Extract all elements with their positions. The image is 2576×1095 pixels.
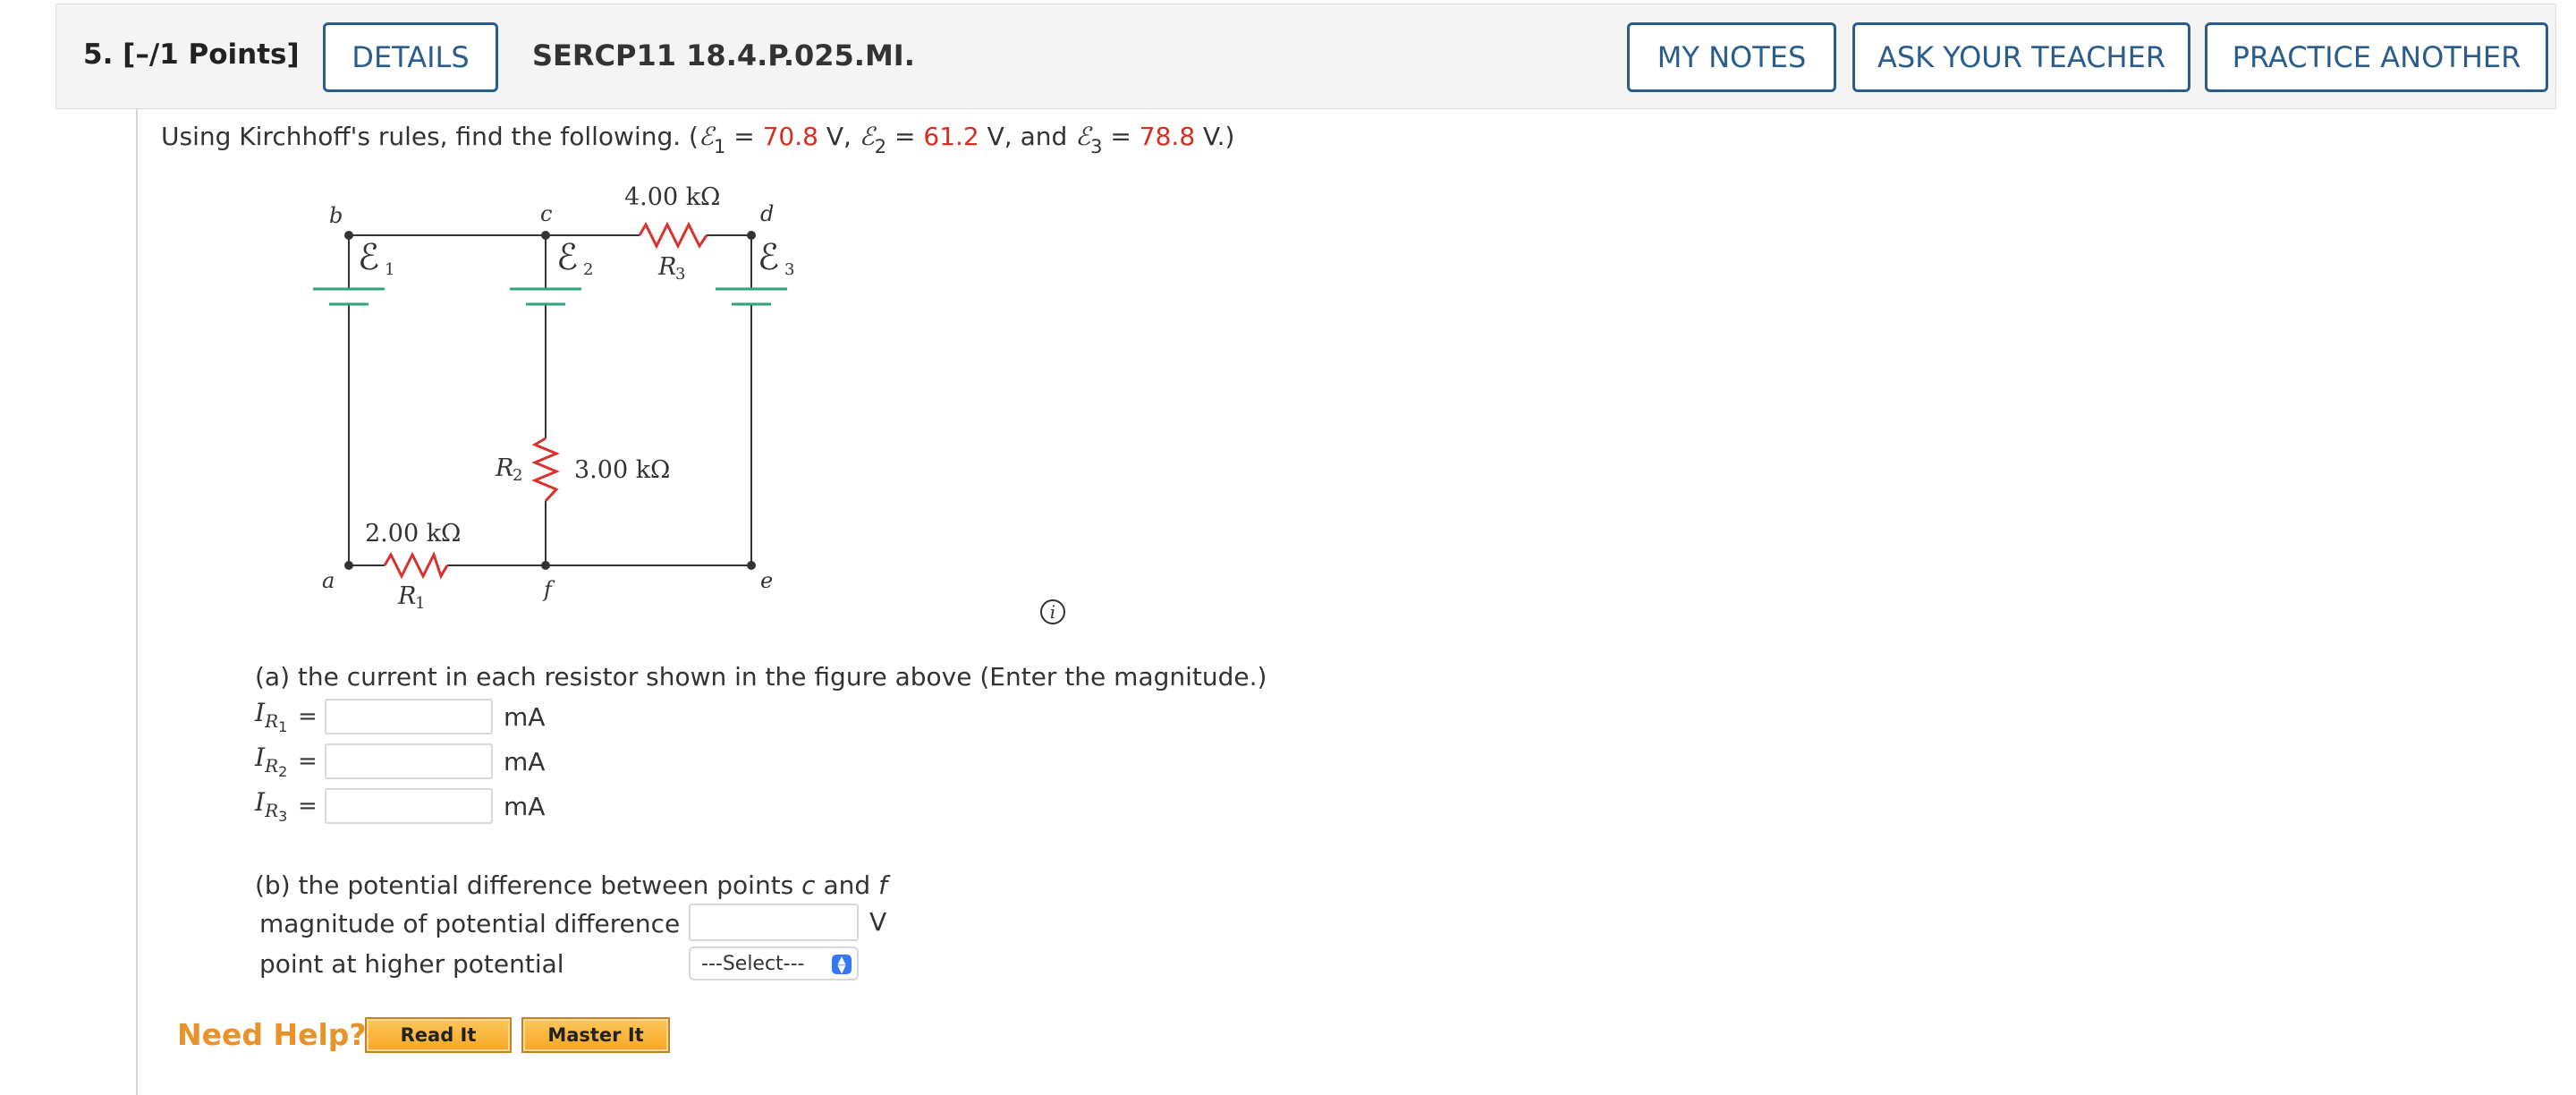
- resistor-r1: [383, 551, 449, 580]
- question-number: 5. [–/1 Points]: [83, 38, 300, 71]
- equals-sign: =: [298, 703, 318, 730]
- r1-value: 2.00 kΩ: [365, 520, 461, 548]
- current-r1-input[interactable]: [325, 699, 493, 734]
- emf3-label: ℰ: [758, 237, 779, 278]
- emf3-symbol: ℰ: [1075, 122, 1091, 151]
- info-icon[interactable]: i: [1040, 599, 1065, 624]
- resistor-r2: [531, 437, 560, 503]
- point-a: a: [322, 568, 335, 593]
- current-row-r2: IR2 = mA: [255, 743, 545, 780]
- point-f: f: [542, 577, 555, 602]
- equals-sign: =: [298, 748, 318, 775]
- details-button[interactable]: DETAILS: [323, 22, 498, 92]
- emf1-label-sub: 1: [385, 260, 394, 279]
- emf3-sub: 3: [1090, 136, 1103, 157]
- emf3-value: 78.8: [1139, 122, 1196, 151]
- question-header: 5. [–/1 Points] DETAILS SERCP11 18.4.P.0…: [55, 4, 2556, 109]
- intro-text: Using Kirchhoff's rules, find the follow…: [161, 122, 699, 151]
- emf1-value: 70.8: [762, 122, 818, 151]
- r2-label: R: [495, 454, 513, 482]
- intro-close: V.): [1203, 122, 1235, 151]
- points-text: [–/1 Points]: [123, 38, 300, 71]
- problem-statement: Using Kirchhoff's rules, find the follow…: [161, 122, 1235, 157]
- r2-value: 3.00 kΩ: [574, 456, 670, 484]
- emf1-sub: 1: [713, 136, 726, 157]
- question-number-text: 5.: [83, 38, 114, 71]
- part-b-prompt: (b) the potential difference between poi…: [255, 870, 887, 900]
- r1-label: R: [397, 582, 416, 610]
- part-a-prompt: (a) the current in each resistor shown i…: [255, 662, 1267, 692]
- batteries: [313, 287, 787, 306]
- part-b-text: (b) the potential difference between poi…: [255, 870, 802, 900]
- emf1-unit: V: [826, 122, 843, 151]
- current-label-r1: IR1: [255, 698, 288, 735]
- my-notes-button[interactable]: MY NOTES: [1627, 22, 1836, 92]
- select-value: ---Select---: [701, 952, 805, 975]
- emf2-unit: V: [987, 122, 1004, 151]
- resistor-r3: [638, 221, 708, 250]
- higher-potential-select[interactable]: ---Select--- ▲ ▼: [689, 946, 859, 980]
- point-e: e: [760, 568, 773, 593]
- r3-label: R: [657, 253, 676, 281]
- current-label-r3: IR3: [255, 787, 288, 825]
- unit-ma: mA: [504, 701, 546, 732]
- problem-code: SERCP11 18.4.P.025.MI.: [532, 38, 915, 72]
- emf2-value: 61.2: [923, 122, 979, 151]
- emf2-label-sub: 2: [583, 260, 593, 279]
- ask-teacher-button[interactable]: ASK YOUR TEACHER: [1852, 22, 2190, 92]
- potential-difference-input[interactable]: [689, 904, 859, 941]
- point-b: b: [329, 203, 343, 228]
- emf3-label-sub: 3: [784, 260, 794, 279]
- current-row-r3: IR3 = mA: [255, 787, 545, 825]
- current-label-r2: IR2: [255, 743, 288, 780]
- read-it-button[interactable]: Read It: [365, 1017, 512, 1053]
- circuit-diagram: b c d a f e ℰ 1 ℰ 2 ℰ 3 4.00 kΩ R 3 R 2 …: [313, 183, 794, 613]
- emf2-symbol: ℰ: [859, 122, 875, 151]
- higher-potential-label: point at higher potential: [259, 949, 564, 979]
- part-b-and: and: [815, 870, 879, 900]
- and-word: and: [1020, 122, 1068, 151]
- unit-ma: mA: [504, 746, 546, 777]
- circuit-wires: [348, 234, 752, 566]
- magnitude-label: magnitude of potential difference: [259, 909, 681, 938]
- r2-label-sub: 2: [513, 466, 522, 485]
- emf2-label: ℰ: [556, 237, 578, 278]
- emf2-sub: 2: [874, 136, 887, 157]
- chevron-updown-icon: ▲ ▼: [832, 955, 852, 974]
- practice-another-button[interactable]: PRACTICE ANOTHER: [2205, 22, 2548, 92]
- point-d: d: [760, 201, 774, 226]
- point-f-ref: f: [878, 870, 887, 900]
- emf1-label: ℰ: [358, 237, 379, 278]
- point-c: c: [540, 201, 552, 226]
- current-row-r1: IR1 = mA: [255, 698, 545, 735]
- emf1-symbol: ℰ: [698, 122, 714, 151]
- current-r2-input[interactable]: [325, 743, 493, 779]
- r3-label-sub: 3: [675, 265, 685, 284]
- unit-v: V: [869, 907, 887, 937]
- r1-label-sub: 1: [415, 594, 425, 613]
- master-it-button[interactable]: Master It: [521, 1017, 670, 1053]
- point-c-ref: c: [801, 870, 816, 900]
- need-help-label: Need Help?: [177, 1017, 367, 1052]
- content-left-border: [136, 109, 138, 1095]
- r3-value: 4.00 kΩ: [624, 183, 720, 211]
- equals-sign: =: [298, 793, 318, 819]
- current-r3-input[interactable]: [325, 788, 493, 824]
- unit-ma: mA: [504, 791, 546, 821]
